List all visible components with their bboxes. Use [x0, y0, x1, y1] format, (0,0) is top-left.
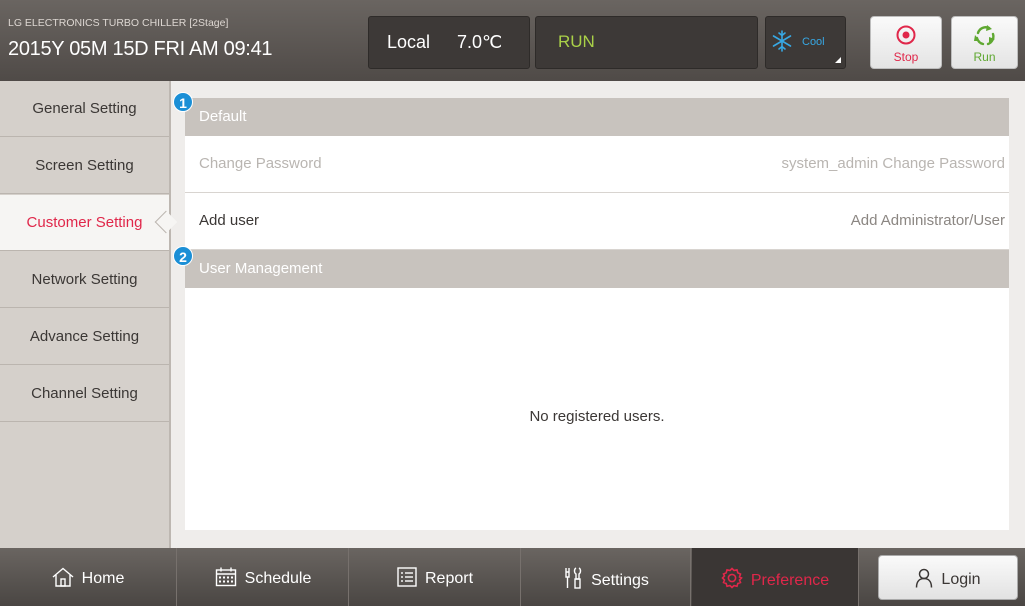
calendar-icon	[215, 567, 236, 587]
main-content: Default Change Password system_admin Cha…	[171, 81, 1025, 548]
operation-mode-label: Cool	[802, 36, 825, 48]
gear-icon	[721, 567, 743, 589]
nav-settings-label: Settings	[591, 572, 649, 589]
sidebar-item-advance-setting[interactable]: Advance Setting	[0, 309, 169, 365]
nav-home-label: Home	[81, 570, 125, 587]
empty-users-message: No registered users.	[529, 408, 665, 425]
top-status-bar: LG ELECTRONICS TURBO CHILLER [2Stage] 20…	[0, 0, 1025, 88]
dropdown-corner-icon	[835, 57, 841, 63]
snowflake-icon	[772, 30, 792, 52]
nav-preference[interactable]: Preference	[692, 548, 858, 606]
stop-icon	[896, 25, 916, 45]
control-mode-panel: Local 7.0℃	[368, 16, 530, 69]
nav-divider	[690, 548, 691, 606]
operation-mode-selector[interactable]: Cool	[765, 16, 846, 69]
device-model: LG ELECTRONICS TURBO CHILLER [2Stage]	[8, 17, 229, 29]
sidebar-item-channel-setting[interactable]: Channel Setting	[0, 366, 169, 422]
sidebar-item-customer-setting[interactable]: Customer Setting	[0, 195, 169, 251]
nav-schedule-label: Schedule	[244, 570, 312, 587]
nav-preference-label: Preference	[750, 572, 830, 589]
login-label: Login	[941, 571, 981, 588]
stop-label: Stop	[893, 50, 919, 64]
run-status: RUN	[558, 32, 595, 51]
nav-report-label: Report	[424, 570, 474, 587]
nav-divider	[520, 548, 521, 606]
sidebar-item-screen-setting[interactable]: Screen Setting	[0, 138, 169, 194]
settings-sidebar: General Setting Screen Setting Customer …	[0, 81, 171, 548]
callout-badge-1: 1	[173, 92, 193, 112]
section-header-user-management: User Management	[185, 250, 1009, 288]
nav-schedule[interactable]: Schedule	[178, 548, 348, 606]
date-time: 2015Y 05M 15D FRI AM 09:41	[8, 38, 273, 60]
nav-settings[interactable]: Settings	[522, 548, 690, 606]
section-header-default: Default	[185, 98, 1009, 136]
tools-icon	[565, 567, 582, 589]
stop-button[interactable]: Stop	[870, 16, 942, 69]
change-password-value: system_admin Change Password	[781, 155, 1005, 172]
nav-divider	[858, 548, 859, 606]
run-label: Run	[973, 50, 996, 64]
recycle-run-icon	[973, 25, 995, 46]
bottom-navigation: Home Schedule Report Settings Preference…	[0, 548, 1025, 606]
add-user-row[interactable]: Add user Add Administrator/User	[185, 193, 1009, 250]
add-user-label: Add user	[199, 212, 260, 229]
home-icon	[52, 567, 74, 587]
login-button[interactable]: Login	[878, 555, 1018, 600]
customer-setting-panel: Default Change Password system_admin Cha…	[185, 98, 1009, 530]
report-icon	[397, 567, 417, 587]
add-user-value: Add Administrator/User	[850, 212, 1005, 229]
change-password-row[interactable]: Change Password system_admin Change Pass…	[185, 136, 1009, 193]
change-password-label: Change Password	[199, 155, 322, 172]
nav-divider	[176, 548, 177, 606]
sidebar-item-network-setting[interactable]: Network Setting	[0, 252, 169, 308]
run-button[interactable]: Run	[951, 16, 1018, 69]
user-icon	[916, 568, 933, 588]
sidebar-item-general-setting[interactable]: General Setting	[0, 81, 169, 137]
run-status-panel: RUN	[535, 16, 758, 69]
nav-divider	[348, 548, 349, 606]
nav-report[interactable]: Report	[350, 548, 520, 606]
nav-home[interactable]: Home	[0, 548, 176, 606]
callout-badge-2: 2	[173, 246, 193, 266]
control-mode: Local	[387, 32, 431, 52]
water-temperature: 7.0℃	[457, 32, 503, 52]
